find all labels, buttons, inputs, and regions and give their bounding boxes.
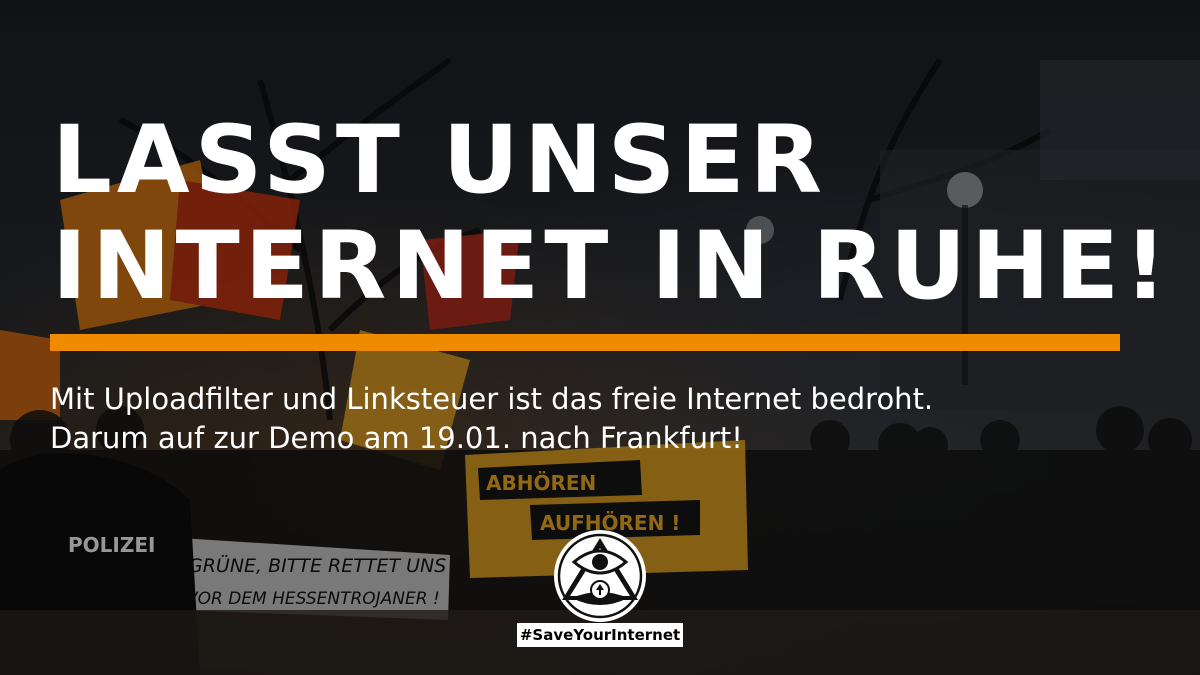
subtext: Mit Uploadfilter und Linksteuer ist das … <box>50 380 1170 458</box>
headline-line-1: LASST UNSER <box>52 106 827 215</box>
headline: LASST UNSER INTERNET IN RUHE! <box>52 108 1172 320</box>
hashtag-label: #SaveYourInternet <box>517 623 683 647</box>
orange-divider-bar <box>50 334 1120 351</box>
eye-triangle-logo-icon <box>554 530 646 622</box>
headline-line-2: INTERNET IN RUHE! <box>52 212 1172 321</box>
subtext-line-1: Mit Uploadfilter und Linksteuer ist das … <box>50 382 934 416</box>
subtext-line-2: Darum auf zur Demo am 19.01. nach Frankf… <box>50 421 743 455</box>
campaign-image: ABHÖREN AUFHÖREN ! GRÜNE, BITTE RETTET U… <box>0 0 1200 675</box>
